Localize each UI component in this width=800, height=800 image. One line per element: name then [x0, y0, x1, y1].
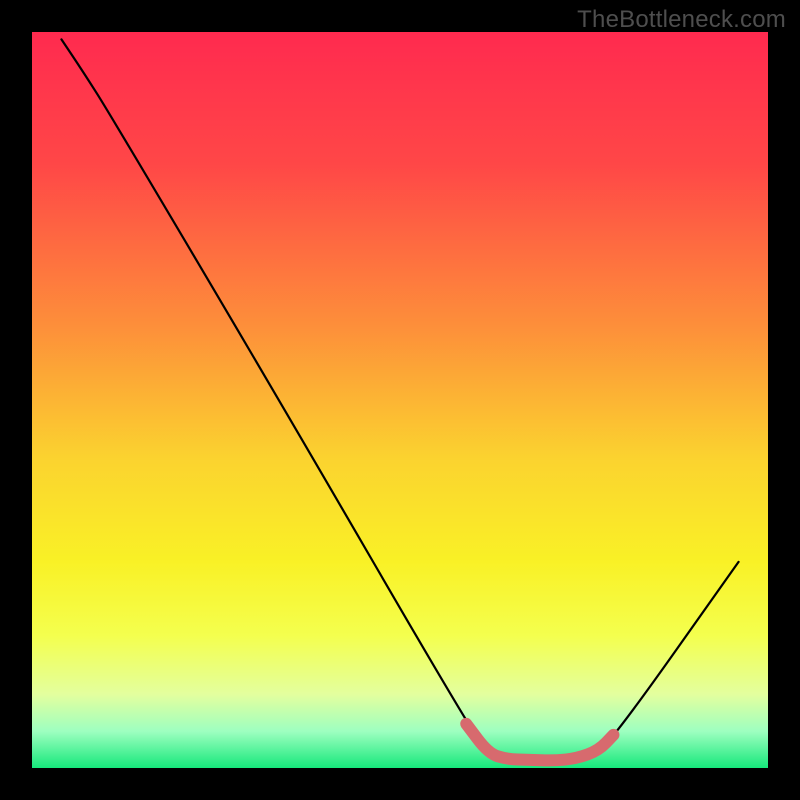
- watermark-text: TheBottleneck.com: [577, 6, 786, 34]
- bottleneck-chart: [0, 0, 800, 800]
- gradient-background: [32, 32, 768, 768]
- chart-canvas: TheBottleneck.com: [0, 0, 800, 800]
